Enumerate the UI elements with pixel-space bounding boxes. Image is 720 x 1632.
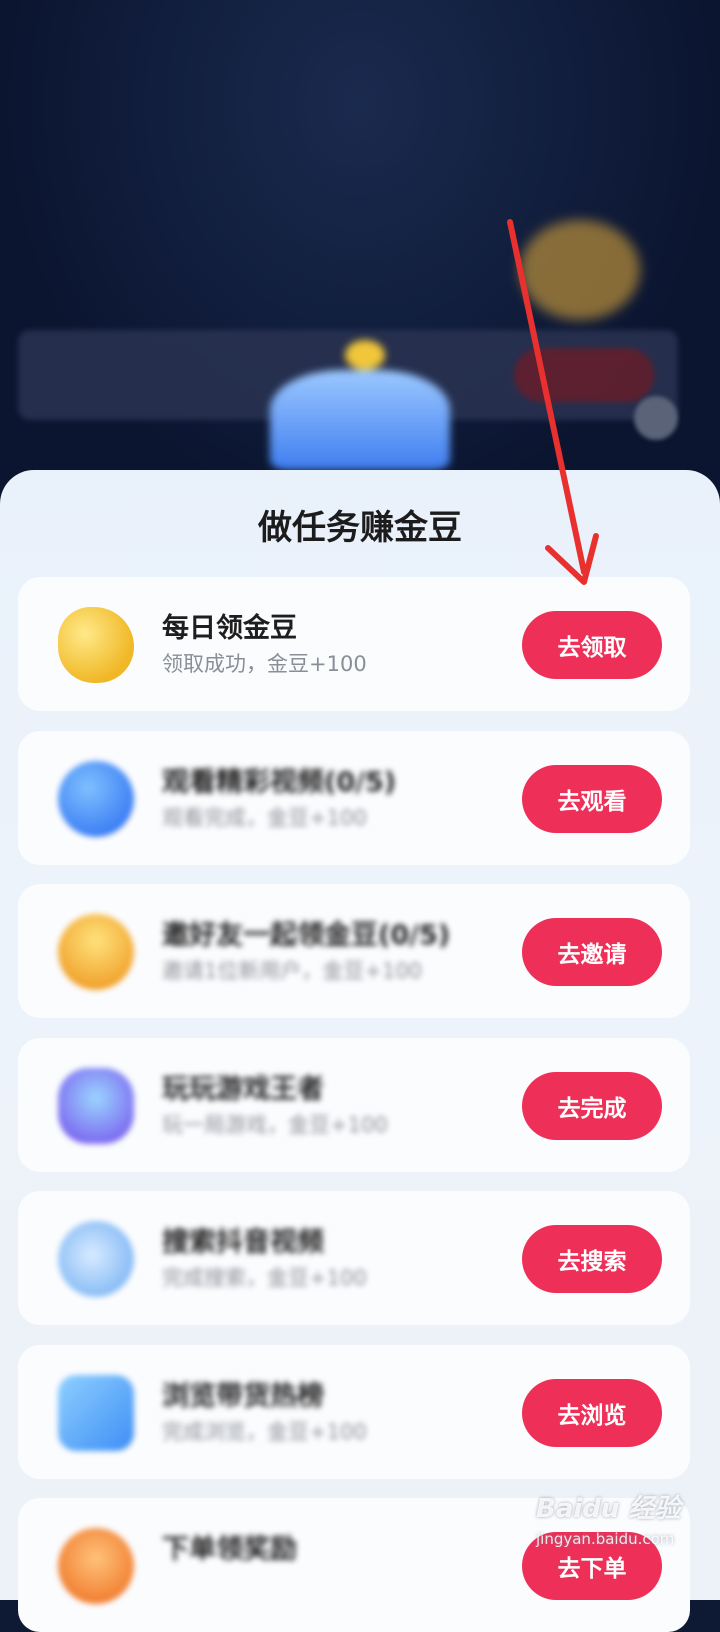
task-desc: 领取成功，金豆+100: [162, 652, 367, 676]
task-card-game: 玩玩游戏王者 玩一局游戏，金豆+100 去完成: [18, 1038, 690, 1172]
invite-button[interactable]: 去邀请: [522, 918, 662, 986]
status-bar: [60, 14, 660, 40]
task-card-search: 搜索抖音视频 完成搜索，金豆+100 去搜索: [18, 1191, 690, 1325]
task-name: 搜索抖音视频: [162, 1227, 324, 1258]
gamepad-icon: [58, 1068, 134, 1144]
background-banner-button: [514, 348, 654, 402]
close-icon[interactable]: [634, 396, 678, 440]
task-desc: 玩一局游戏，金豆+100: [162, 1113, 388, 1137]
task-name: 邀好友一起领金豆(0/5): [162, 920, 451, 951]
watermark-brand: Baidu 经验: [536, 1494, 681, 1524]
task-name: 观看精彩视频(0/5): [162, 767, 397, 798]
watermark: Baidu 经验 jingyan.baidu.com: [536, 1494, 706, 1574]
task-name: 玩玩游戏王者: [162, 1074, 324, 1105]
task-card-browse: 浏览带货热榜 完成浏览，金豆+100 去浏览: [18, 1345, 690, 1479]
lightbulb-icon: [58, 914, 134, 990]
download-icon: [58, 1528, 134, 1604]
treasure-pile-image: [230, 340, 490, 470]
task-name: 浏览带货热榜: [162, 1381, 324, 1412]
treasure-icon: [270, 370, 450, 470]
sheet-title: 做任务赚金豆: [258, 508, 462, 548]
watch-button[interactable]: 去观看: [522, 765, 662, 833]
task-name: 下单领奖励: [162, 1534, 297, 1565]
task-card-watch-video: 观看精彩视频(0/5) 观看完成，金豆+100 去观看: [18, 731, 690, 865]
browse-button[interactable]: 去浏览: [522, 1379, 662, 1447]
task-desc: 邀请1位新用户，金豆+100: [162, 959, 423, 983]
gold-bean-icon: [58, 607, 134, 683]
task-desc: 观看完成，金豆+100: [162, 806, 367, 830]
search-icon: [58, 1221, 134, 1297]
task-desc: 完成搜索，金豆+100: [162, 1266, 367, 1290]
task-desc: 完成浏览，金豆+100: [162, 1420, 367, 1444]
claim-button[interactable]: 去领取: [522, 611, 662, 679]
moon-decoration: [520, 220, 640, 320]
task-card-invite: 邀好友一起领金豆(0/5) 邀请1位新用户，金豆+100 去邀请: [18, 884, 690, 1018]
task-card-daily-beans: 每日领金豆 领取成功，金豆+100 去领取: [18, 577, 690, 711]
search-button[interactable]: 去搜索: [522, 1225, 662, 1293]
complete-button[interactable]: 去完成: [522, 1072, 662, 1140]
hot-list-icon: [58, 1375, 134, 1451]
play-icon: [58, 761, 134, 837]
watermark-url: jingyan.baidu.com: [536, 1530, 675, 1548]
coin-icon: [345, 340, 385, 370]
task-name: 每日领金豆: [162, 613, 297, 644]
